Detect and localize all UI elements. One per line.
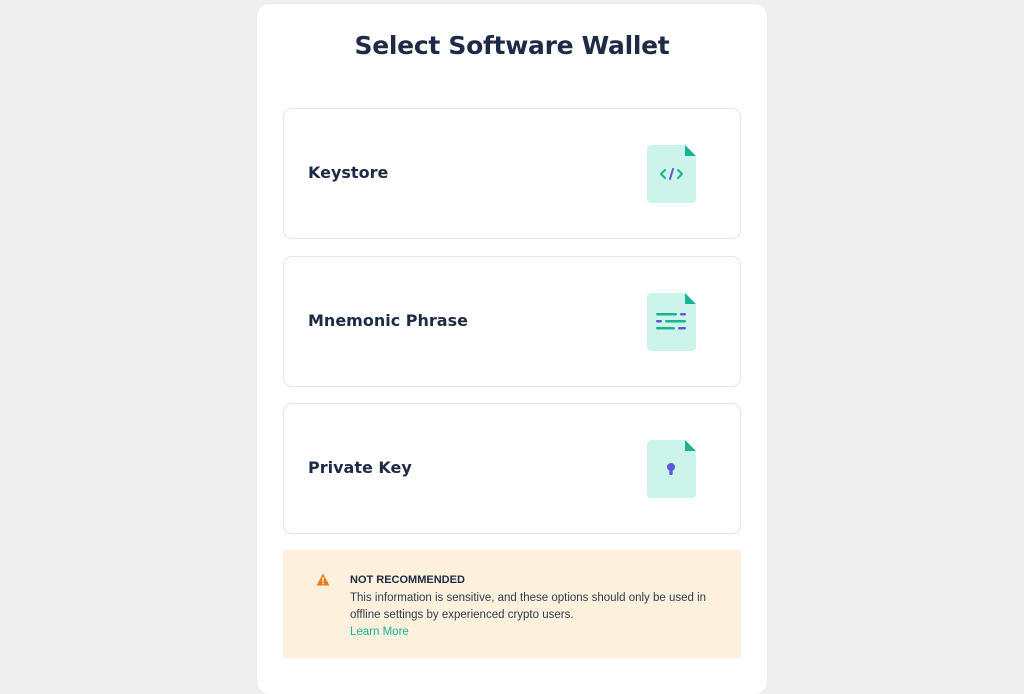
mnemonic-file-icon [647, 293, 696, 351]
page-title: Select Software Wallet [354, 31, 670, 60]
wallet-select-panel: Select Software Wallet Keystore Mnemonic… [257, 4, 767, 694]
warning-title: NOT RECOMMENDED [350, 574, 465, 586]
warning-text: This information is sensitive, and these… [350, 592, 707, 621]
learn-more-link[interactable]: Learn More [350, 626, 409, 638]
keystore-option-label: Keystore [308, 163, 389, 182]
keystore-file-icon [647, 145, 696, 203]
keystore-option[interactable]: Keystore [283, 108, 741, 239]
warning-icon [316, 573, 330, 586]
not-recommended-warning: NOT RECOMMENDED This information is sens… [283, 550, 741, 658]
private-key-option[interactable]: Private Key [283, 403, 741, 534]
private-key-option-label: Private Key [308, 458, 412, 477]
mnemonic-phrase-option-label: Mnemonic Phrase [308, 311, 468, 330]
mnemonic-phrase-option[interactable]: Mnemonic Phrase [283, 256, 741, 387]
private-key-file-icon [647, 440, 696, 498]
